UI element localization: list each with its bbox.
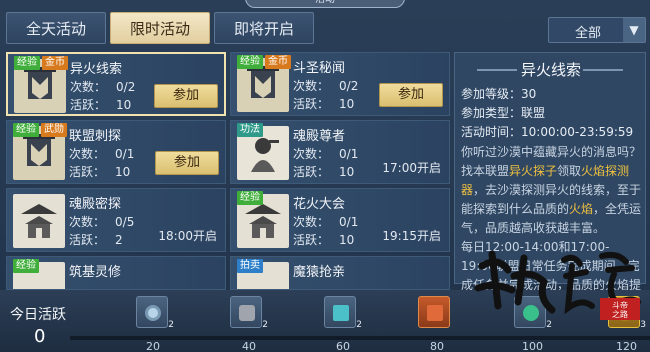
tab-all-day[interactable]: 全天活动 bbox=[6, 12, 106, 44]
window-title: 活动 bbox=[245, 0, 405, 8]
active-value: 10 bbox=[115, 165, 131, 179]
activity-name: 斗圣秘闻 bbox=[293, 61, 346, 76]
milestone-40: 40 bbox=[242, 340, 256, 352]
count-value: 0/2 bbox=[339, 79, 359, 93]
time-label: 活动时间： bbox=[461, 125, 522, 139]
filter-dropdown[interactable]: 全部 ▼ bbox=[548, 17, 646, 43]
count-value: 0/1 bbox=[115, 147, 135, 161]
svg-text:之路: 之路 bbox=[612, 309, 628, 319]
activity-name: 联盟刺探 bbox=[69, 129, 122, 144]
tab-bar: 全天活动 限时活动 即将开启 bbox=[6, 12, 314, 44]
title-ornament-right bbox=[583, 69, 623, 71]
activity-name: 魔猿抢亲 bbox=[293, 265, 346, 280]
active-label: 活跃： bbox=[70, 98, 107, 112]
milestone-100: 100 bbox=[522, 340, 543, 352]
tag-exp: 经验 bbox=[14, 56, 40, 70]
milestone-120: 120 bbox=[616, 340, 637, 352]
tag-technique: 功法 bbox=[237, 123, 263, 137]
count-label: 次数： bbox=[70, 80, 107, 94]
tag-gold: 金币 bbox=[265, 55, 291, 69]
level-value: 30 bbox=[521, 87, 537, 101]
count-value: 0/1 bbox=[339, 215, 359, 229]
count-value: 0/2 bbox=[116, 80, 136, 94]
type-value: 联盟 bbox=[521, 106, 546, 120]
ring-icon bbox=[145, 305, 161, 321]
milestone-20: 20 bbox=[146, 340, 160, 352]
crystal-icon bbox=[333, 305, 349, 321]
stone-icon bbox=[239, 305, 255, 321]
time-value: 10:00:00-23:59:59 bbox=[521, 125, 634, 139]
tag-exp: 经验 bbox=[13, 259, 39, 273]
active-label: 活跃： bbox=[69, 165, 106, 179]
reward-chest-80[interactable] bbox=[418, 296, 450, 328]
tab-limited-time[interactable]: 限时活动 bbox=[110, 12, 210, 44]
tag-gold: 金币 bbox=[42, 56, 68, 70]
tag-exp: 经验 bbox=[237, 55, 263, 69]
active-value: 10 bbox=[339, 165, 355, 179]
active-label: 活跃： bbox=[293, 165, 330, 179]
count-value: 0/1 bbox=[339, 147, 359, 161]
tag-exp: 经验 bbox=[237, 191, 263, 205]
count-label: 次数： bbox=[69, 215, 106, 229]
count-label: 次数： bbox=[293, 79, 330, 93]
tab-upcoming[interactable]: 即将开启 bbox=[214, 12, 314, 44]
npc-name: 异火探子 bbox=[509, 164, 558, 178]
tag-auction: 拍卖 bbox=[237, 259, 263, 273]
open-time: 18:00开启 bbox=[158, 229, 217, 243]
gift-box-icon bbox=[427, 305, 443, 321]
open-time: 19:15开启 bbox=[382, 229, 441, 243]
activity-window: 活动 全天活动 限时活动 即将开启 全部 ▼ 经验 金币 异火线索 次数： 0/2… bbox=[0, 0, 650, 352]
join-button[interactable]: 参加 bbox=[154, 84, 218, 108]
active-label: 活跃： bbox=[69, 233, 106, 247]
pavilion-icon bbox=[13, 194, 65, 248]
reward-chest-20[interactable]: 2 bbox=[136, 296, 174, 330]
active-value: 10 bbox=[116, 98, 132, 112]
activity-card-alliance-spy[interactable]: 经验 武勋 联盟刺探 次数： 0/1 活跃： 10 参加 bbox=[6, 120, 226, 184]
activity-card-soul-hall-spy[interactable]: 魂殿密探 次数： 0/5 活跃： 2 18:00开启 bbox=[6, 188, 226, 252]
count-label: 次数： bbox=[293, 215, 330, 229]
activity-name: 异火线索 bbox=[70, 62, 123, 77]
milestone-80: 80 bbox=[430, 340, 444, 352]
reward-chest-40[interactable]: 2 bbox=[230, 296, 268, 330]
activity-card-fireworks-festival[interactable]: 经验 花火大会 次数： 0/1 活跃： 10 19:15开启 bbox=[230, 188, 450, 252]
open-time: 17:00开启 bbox=[382, 161, 441, 175]
tag-merit: 武勋 bbox=[41, 123, 67, 137]
today-activity-label: 今日活跃 bbox=[10, 307, 66, 323]
svg-text:斗帝: 斗帝 bbox=[612, 300, 628, 310]
level-label: 参加等级： bbox=[461, 87, 522, 101]
reward-chest-60[interactable]: 2 bbox=[324, 296, 362, 330]
active-label: 活跃： bbox=[293, 97, 330, 111]
active-value: 2 bbox=[115, 233, 123, 247]
active-label: 活跃： bbox=[293, 233, 330, 247]
reward-name: 火焰 bbox=[569, 202, 594, 216]
count-value: 0/5 bbox=[115, 215, 135, 229]
activity-name: 魂殿密探 bbox=[69, 197, 122, 212]
count-label: 次数： bbox=[293, 147, 330, 161]
activity-card-saint-secrets[interactable]: 经验 金币 斗圣秘闻 次数： 0/2 活跃： 10 参加 bbox=[230, 52, 450, 116]
join-button[interactable]: 参加 bbox=[379, 83, 443, 107]
activity-card-foundation-cultivation[interactable]: 经验 筑基灵修 bbox=[6, 256, 226, 290]
activity-card-fire-clue[interactable]: 经验 金币 异火线索 次数： 0/2 活跃： 10 参加 bbox=[6, 52, 226, 116]
activity-card-soul-hall-elder[interactable]: 功法 魂殿尊者 次数： 0/1 活跃： 10 17:00开启 bbox=[230, 120, 450, 184]
chevron-down-icon: ▼ bbox=[623, 18, 645, 42]
active-value: 10 bbox=[339, 233, 355, 247]
activity-name: 筑基灵修 bbox=[69, 265, 122, 280]
activity-card-demon-ape[interactable]: 拍卖 魔猿抢亲 bbox=[230, 256, 450, 290]
milestone-60: 60 bbox=[336, 340, 350, 352]
game-logo-watermark: 斗帝 之路 bbox=[468, 236, 648, 326]
activity-name: 魂殿尊者 bbox=[293, 129, 346, 144]
join-button[interactable]: 参加 bbox=[155, 151, 219, 175]
active-value: 10 bbox=[339, 97, 355, 111]
tag-exp: 经验 bbox=[13, 123, 39, 137]
count-label: 次数： bbox=[69, 147, 106, 161]
type-label: 参加类型： bbox=[461, 106, 522, 120]
today-activity-value: 0 bbox=[34, 326, 46, 347]
activity-name: 花火大会 bbox=[293, 197, 346, 212]
filter-value: 全部 bbox=[575, 26, 602, 41]
